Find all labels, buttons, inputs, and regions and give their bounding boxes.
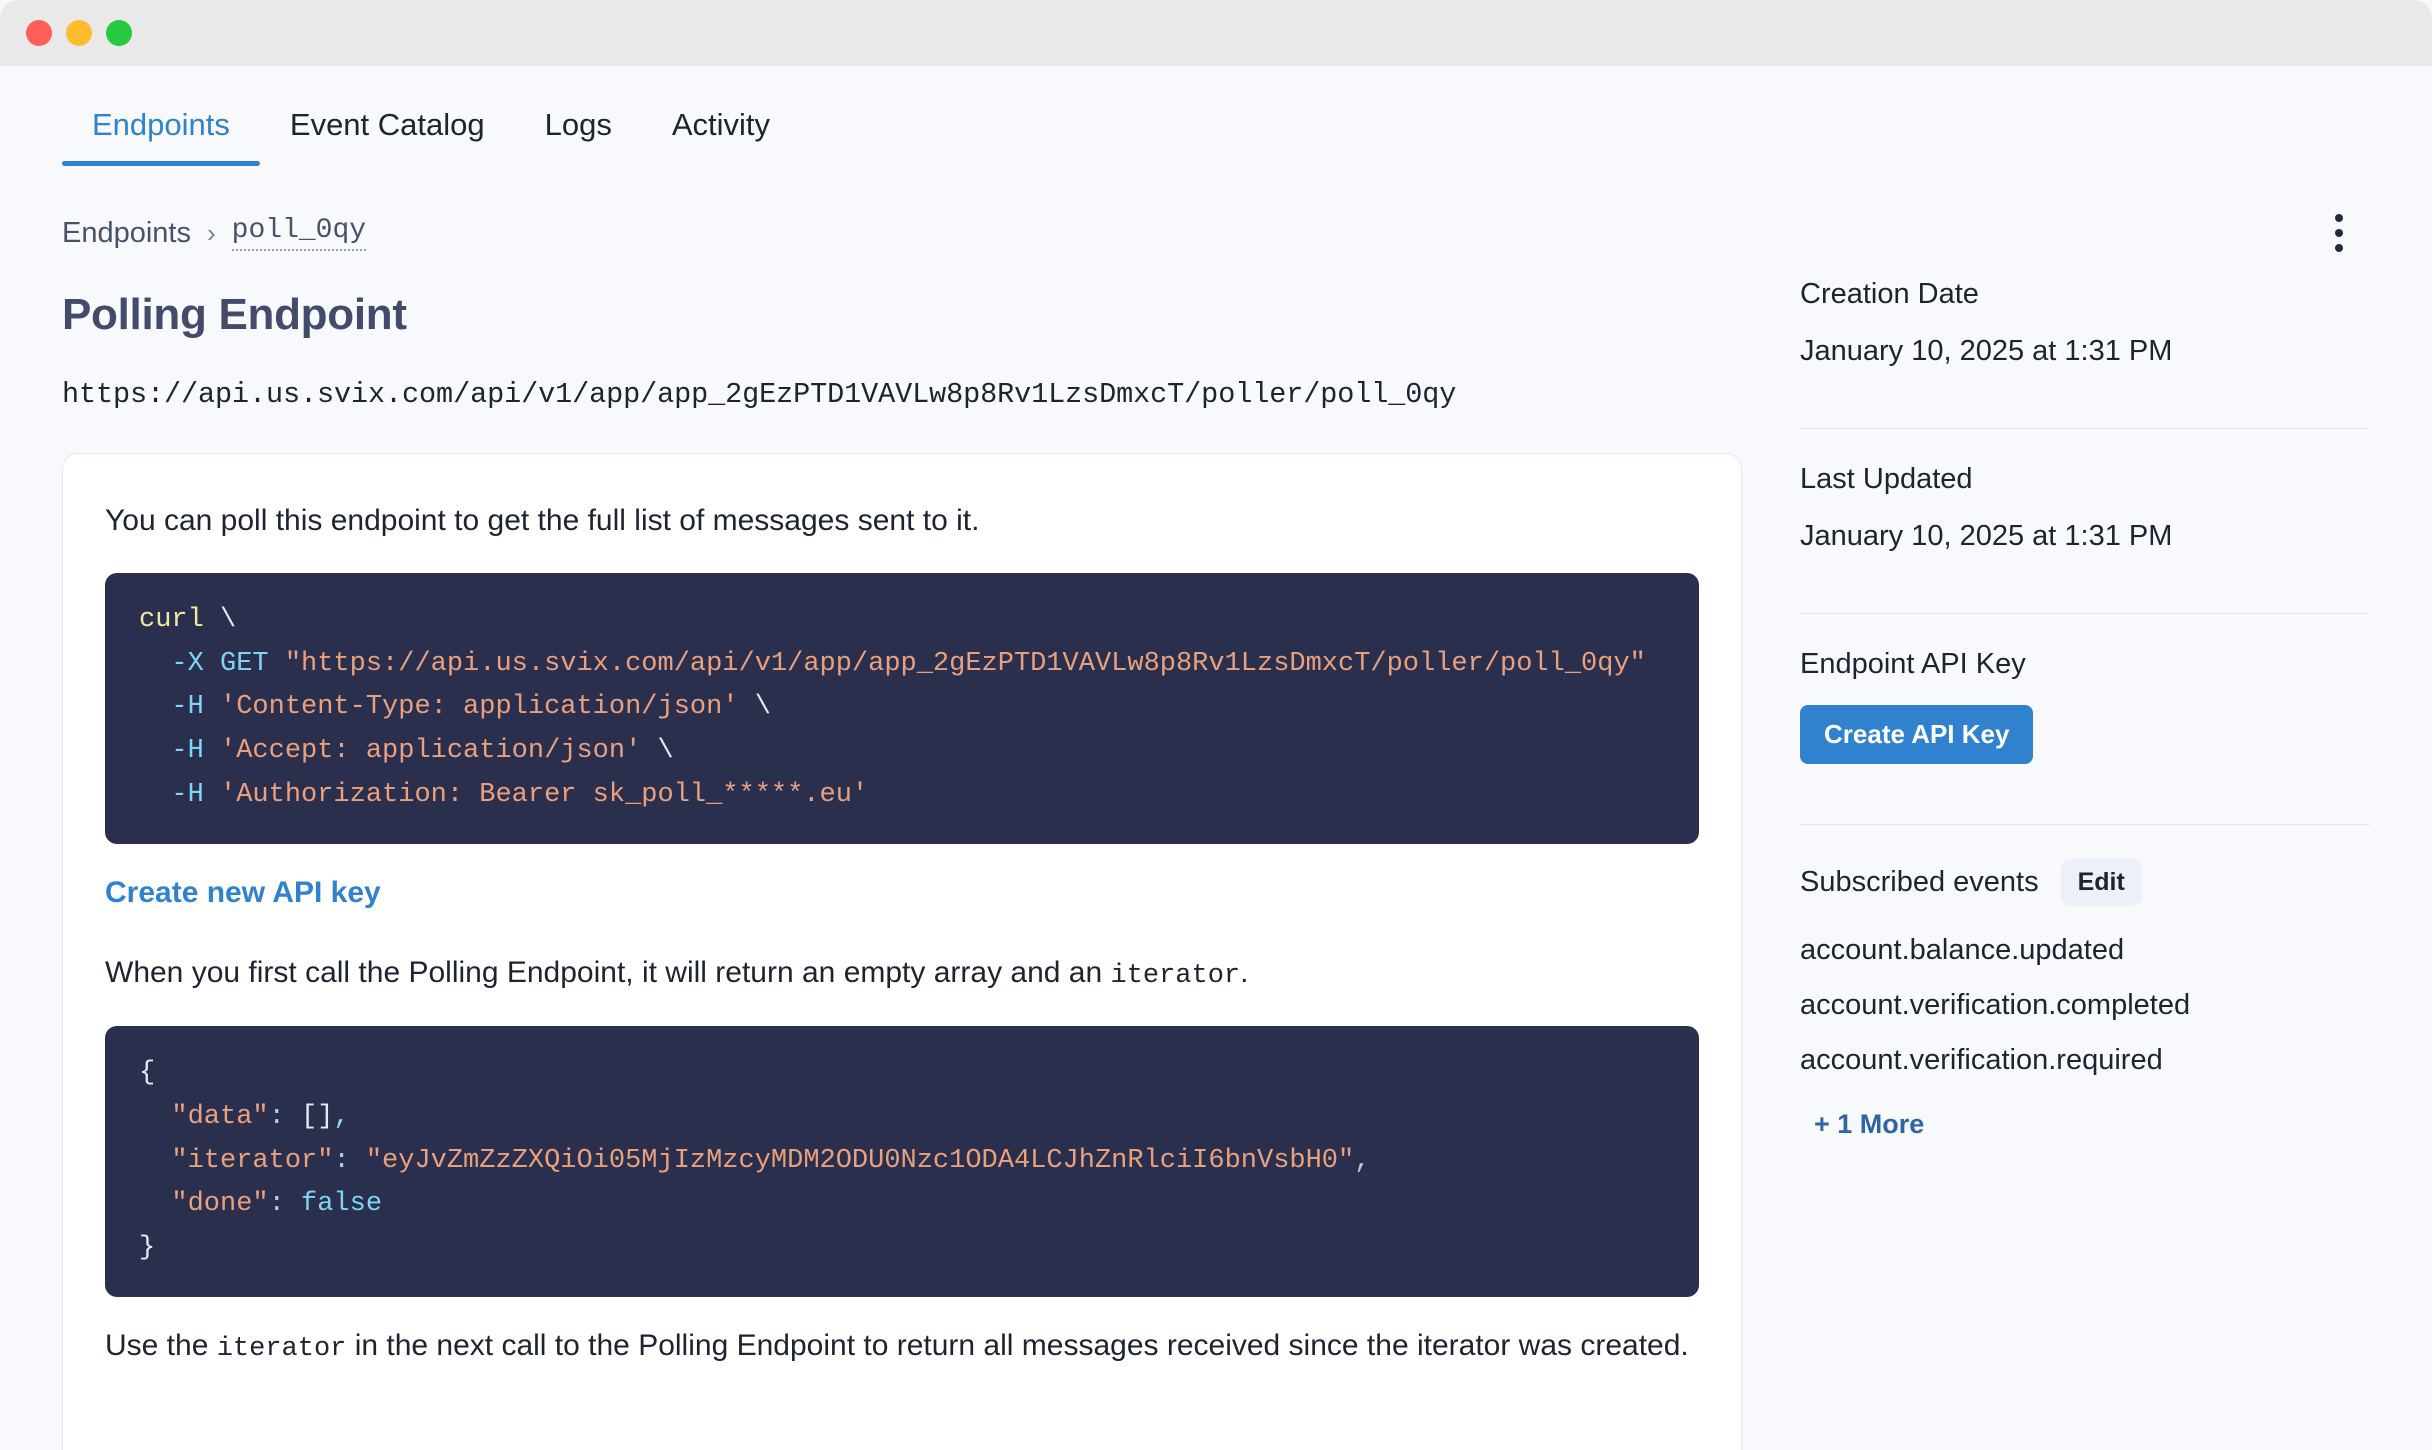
detail-sidebar: Creation Date January 10, 2025 at 1:31 P… — [1742, 264, 2370, 1170]
more-options-icon[interactable] — [2316, 210, 2362, 256]
json-value-iterator: "eyJvZmZzZXQiOi05MjIzMzcyMDM2ODU0Nzc1ODA… — [365, 1145, 1355, 1176]
breadcrumb-separator-icon: › — [207, 217, 216, 248]
create-new-api-key-link[interactable]: Create new API key — [105, 876, 381, 910]
curl-url: "https://api.us.svix.com/api/v1/app/app_… — [284, 648, 1646, 679]
endpoint-api-key-label: Endpoint API Key — [1800, 648, 2026, 680]
json-colon: : — [268, 1189, 285, 1220]
edit-subscribed-events-button[interactable]: Edit — [2060, 859, 2142, 906]
sidebar-divider — [1800, 824, 2370, 825]
creation-date-value: January 10, 2025 at 1:31 PM — [1800, 335, 2173, 367]
minimize-window-button[interactable] — [66, 20, 92, 46]
breadcrumb: Endpoints › poll_0qy — [62, 215, 367, 251]
curl-flag-h-content-type: -H — [171, 692, 204, 723]
footer-paragraph: Use the iterator in the next call to the… — [105, 1323, 1699, 1370]
endpoint-api-key-block: Endpoint API Key Create API Key — [1800, 648, 2370, 794]
list-item: account.verification.required — [1800, 1044, 2163, 1076]
last-updated-block: Last Updated January 10, 2025 at 1:31 PM — [1800, 463, 2370, 583]
curl-continuation: \ — [738, 692, 771, 723]
json-key-done: "done" — [171, 1189, 269, 1220]
list-item: account.balance.updated — [1800, 934, 2125, 966]
sidebar-divider — [1800, 613, 2370, 614]
primary-tab-bar: Endpoints Event Catalog Logs Activity — [0, 66, 2432, 166]
kebab-dot — [2335, 244, 2343, 252]
iterator-inline-code: iterator — [216, 1333, 347, 1364]
curl-flag-h-accept: -H — [171, 736, 204, 767]
endpoint-url: https://api.us.svix.com/api/v1/app/app_2… — [62, 378, 1457, 411]
json-open-brace: { — [139, 1058, 156, 1089]
json-value-data: [] — [301, 1101, 334, 1132]
tab-activity[interactable]: Activity — [642, 109, 800, 166]
app-window: Endpoints Event Catalog Logs Activity En… — [0, 0, 2432, 1450]
json-value-done: false — [301, 1189, 383, 1220]
json-comma: , — [1354, 1145, 1371, 1176]
curl-flag-x: -X — [171, 648, 204, 679]
last-updated-label: Last Updated — [1800, 463, 1973, 495]
sidebar-divider — [1800, 428, 2370, 429]
curl-continuation: \ — [641, 736, 674, 767]
content-columns: Polling Endpoint https://api.us.svix.com… — [62, 264, 2370, 1450]
kebab-dot — [2335, 214, 2343, 222]
tab-event-catalog-label: Event Catalog — [289, 107, 485, 142]
tab-endpoints-label: Endpoints — [92, 107, 230, 142]
tab-endpoints[interactable]: Endpoints — [62, 109, 260, 166]
last-updated-value: January 10, 2025 at 1:31 PM — [1800, 520, 2173, 552]
tab-logs-label: Logs — [544, 107, 612, 142]
response-intro-text-b: . — [1240, 955, 1249, 989]
subscribed-events-label: Subscribed events — [1800, 866, 2039, 898]
curl-code-block: curl \ -X GET "https://api.us.svix.com/a… — [105, 573, 1699, 844]
response-intro-paragraph: When you first call the Polling Endpoint… — [105, 950, 1699, 997]
subscribed-events-block: Subscribed events Edit account.balance.u… — [1800, 859, 2370, 1170]
close-window-button[interactable] — [26, 20, 52, 46]
curl-command: curl — [139, 605, 204, 635]
show-more-events-link[interactable]: + 1 More — [1800, 1109, 1924, 1140]
curl-header-accept: 'Accept: application/json' — [220, 736, 642, 767]
kebab-dot — [2335, 229, 2343, 237]
json-key-iterator: "iterator" — [171, 1145, 334, 1176]
page-title: Polling Endpoint — [62, 290, 407, 339]
json-colon: : — [333, 1145, 350, 1176]
breadcrumb-row: Endpoints › poll_0qy — [62, 166, 2370, 264]
json-key-data: "data" — [171, 1101, 269, 1132]
zoom-window-button[interactable] — [106, 20, 132, 46]
list-item: account.verification.completed — [1800, 989, 2191, 1021]
footer-text-a: Use the — [105, 1328, 217, 1362]
curl-continuation: \ — [203, 605, 237, 635]
tab-logs[interactable]: Logs — [515, 109, 642, 166]
main-column: Polling Endpoint https://api.us.svix.com… — [62, 264, 1742, 1450]
create-api-key-button[interactable]: Create API Key — [1800, 705, 2034, 764]
json-comma: , — [333, 1101, 350, 1132]
subscribed-events-header: Subscribed events Edit — [1800, 859, 2370, 906]
curl-method: GET — [220, 648, 269, 679]
breadcrumb-endpoints-link[interactable]: Endpoints — [62, 217, 191, 250]
breadcrumb-current-item[interactable]: poll_0qy — [231, 215, 367, 251]
polling-info-card: You can poll this endpoint to get the fu… — [62, 453, 1742, 1450]
creation-date-block: Creation Date January 10, 2025 at 1:31 P… — [1800, 278, 2370, 398]
json-colon: : — [268, 1101, 285, 1132]
response-json-code-block: { "data": [], "iterator": "eyJvZmZzZXQiO… — [105, 1026, 1699, 1297]
tab-event-catalog[interactable]: Event Catalog — [260, 109, 515, 166]
tab-activity-label: Activity — [671, 107, 771, 142]
json-close-brace: } — [139, 1233, 156, 1264]
response-intro-text-a: When you first call the Polling Endpoint… — [105, 955, 1111, 989]
creation-date-label: Creation Date — [1800, 278, 1979, 310]
intro-paragraph: You can poll this endpoint to get the fu… — [105, 504, 980, 537]
page-content: Endpoints › poll_0qy Polling Endpoint ht… — [0, 166, 2432, 1450]
curl-header-authorization: 'Authorization: Bearer sk_poll_*****.eu' — [220, 779, 869, 810]
traffic-light-group — [26, 20, 132, 46]
curl-flag-h-authorization: -H — [171, 779, 204, 810]
footer-text-b: in the next call to the Polling Endpoint… — [346, 1328, 1689, 1362]
window-titlebar — [0, 0, 2432, 66]
curl-header-content-type: 'Content-Type: application/json' — [220, 692, 739, 723]
iterator-inline-code: iterator — [1110, 960, 1241, 991]
